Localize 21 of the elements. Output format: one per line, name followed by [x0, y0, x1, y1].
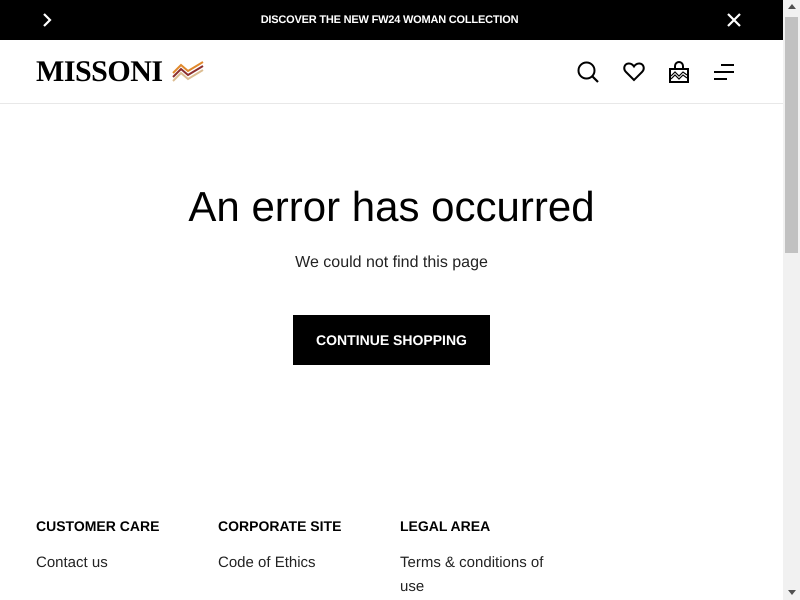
close-icon[interactable]: [727, 13, 741, 27]
scroll-down-icon[interactable]: [788, 590, 796, 595]
search-icon[interactable]: [577, 60, 599, 82]
brand-logo[interactable]: MISSONI: [36, 56, 163, 86]
announcement-text[interactable]: DISCOVER THE NEW FW24 WOMAN COLLECTION: [260, 12, 518, 28]
continue-shopping-button[interactable]: CONTINUE SHOPPING: [293, 315, 490, 365]
footer-link[interactable]: Contact us: [36, 551, 191, 575]
heart-icon[interactable]: [623, 62, 645, 82]
error-message: We could not find this page: [295, 253, 488, 273]
footer-heading: CUSTOMER CARE: [36, 517, 160, 536]
footer-link[interactable]: Code of Ethics: [218, 551, 373, 575]
shopping-bag-icon[interactable]: [669, 60, 689, 82]
scroll-up-icon[interactable]: [788, 4, 796, 9]
zigzag-logo-icon: [172, 60, 204, 82]
footer-link[interactable]: Terms & conditions of use: [400, 551, 555, 599]
scrollbar-thumb[interactable]: [785, 17, 798, 253]
footer-heading: LEGAL AREA: [400, 517, 492, 536]
chevron-right-icon[interactable]: [42, 12, 52, 28]
menu-icon[interactable]: [713, 62, 735, 80]
error-title: An error has occurred: [188, 183, 595, 231]
footer-heading: CORPORATE SITE: [218, 517, 342, 536]
